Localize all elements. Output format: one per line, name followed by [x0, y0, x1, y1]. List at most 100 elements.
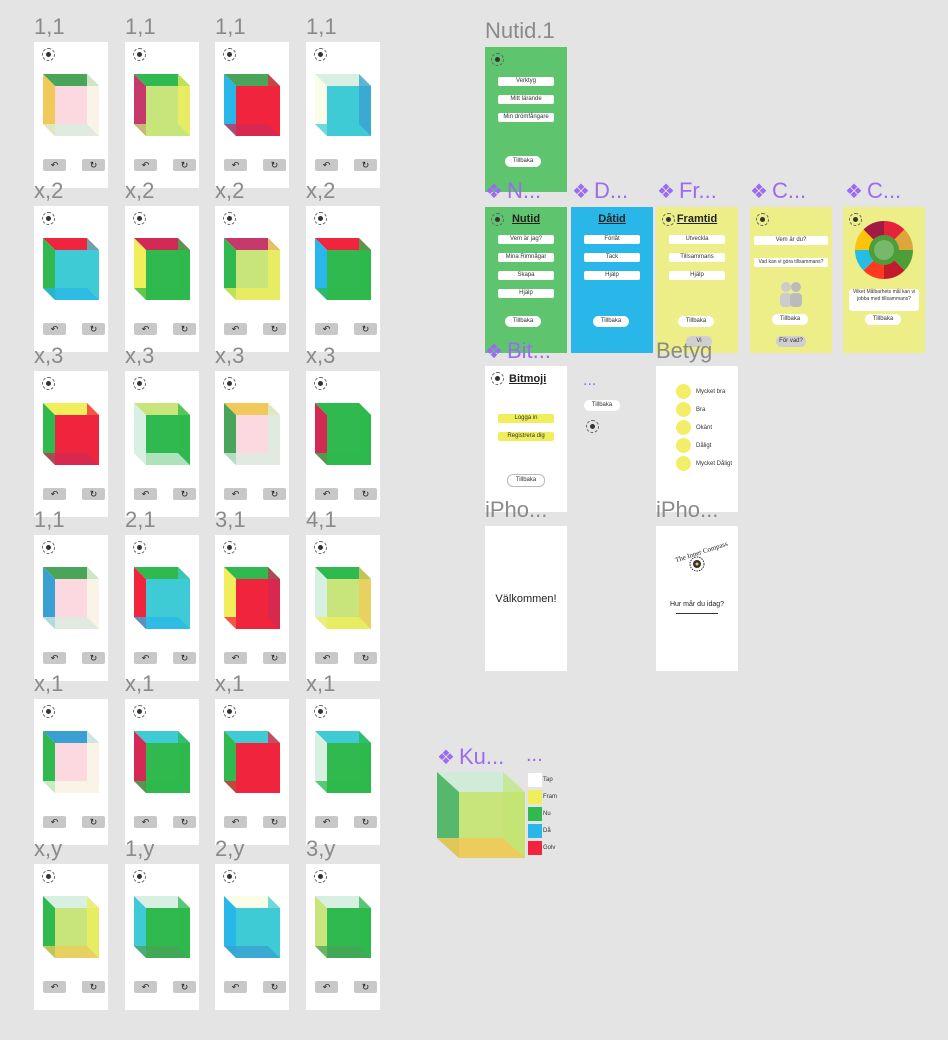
- frame-label[interactable]: 1,y: [125, 836, 154, 862]
- cube-frame[interactable]: ↶ ↻: [34, 206, 108, 352]
- component-label[interactable]: ❖ Ku...: [437, 744, 504, 770]
- frame-label[interactable]: x,3: [215, 343, 244, 369]
- back-button[interactable]: Tillbaka: [505, 316, 541, 327]
- frame-label-betyg[interactable]: Betyg: [656, 338, 712, 364]
- rotate-icon[interactable]: ↻: [263, 816, 286, 828]
- undo-icon[interactable]: ↶: [224, 488, 247, 500]
- menu-button[interactable]: Hjälp: [669, 271, 725, 280]
- cube-frame[interactable]: ↶ ↻: [125, 206, 199, 352]
- legend-label[interactable]: ...: [526, 744, 543, 767]
- undo-icon[interactable]: ↶: [134, 816, 157, 828]
- frame-nutid[interactable]: Nutid Vem är jag? Mina Rimnågar Skapa Hj…: [485, 207, 567, 353]
- rotate-icon[interactable]: ↻: [82, 323, 105, 335]
- undo-icon[interactable]: ↶: [224, 981, 247, 993]
- undo-icon[interactable]: ↶: [224, 652, 247, 664]
- cube-frame[interactable]: ↶ ↻: [306, 206, 380, 352]
- frame-label[interactable]: x,3: [306, 343, 335, 369]
- undo-icon[interactable]: ↶: [134, 652, 157, 664]
- rotate-icon[interactable]: ↻: [263, 488, 286, 500]
- frame-label[interactable]: 1,1: [34, 507, 65, 533]
- cube-frame[interactable]: ↶ ↻: [215, 206, 289, 352]
- component-label[interactable]: ...: [583, 372, 596, 390]
- component-label[interactable]: ❖ Fr...: [657, 178, 717, 204]
- register-button[interactable]: Registrera dig: [498, 432, 554, 441]
- rotate-icon[interactable]: ↻: [354, 488, 377, 500]
- frame-label[interactable]: 1,1: [125, 14, 156, 40]
- cube-frame[interactable]: ↶ ↻: [34, 535, 108, 681]
- rotate-icon[interactable]: ↻: [354, 323, 377, 335]
- frame-label[interactable]: 1,1: [34, 14, 65, 40]
- cube-frame[interactable]: ↶ ↻: [34, 371, 108, 517]
- rotate-icon[interactable]: ↻: [354, 652, 377, 664]
- frame-label[interactable]: x,1: [215, 671, 244, 697]
- frame-label[interactable]: x,2: [34, 178, 63, 204]
- rotate-icon[interactable]: ↻: [82, 488, 105, 500]
- back-button[interactable]: Tillbaka: [865, 314, 901, 325]
- menu-button[interactable]: Skapa: [498, 271, 554, 280]
- rotate-icon[interactable]: ↻: [263, 159, 286, 171]
- cube-frame[interactable]: ↶ ↻: [306, 864, 380, 1010]
- frame-bitmoji[interactable]: Bitmoji Logga in Registrera dig Tillbaka: [485, 366, 567, 512]
- cube-frame[interactable]: ↶ ↻: [306, 371, 380, 517]
- undo-icon[interactable]: ↶: [134, 159, 157, 171]
- rotate-icon[interactable]: ↻: [173, 816, 196, 828]
- menu-button[interactable]: Vad kan vi göra tillsammans?: [754, 258, 828, 267]
- undo-icon[interactable]: ↶: [224, 159, 247, 171]
- frame-label[interactable]: 3,y: [306, 836, 335, 862]
- cube-frame[interactable]: ↶ ↻: [125, 42, 199, 188]
- back-button[interactable]: Tillbaka: [678, 316, 714, 327]
- back-button[interactable]: Tillbaka: [584, 400, 620, 411]
- undo-icon[interactable]: ↶: [134, 981, 157, 993]
- undo-icon[interactable]: ↶: [224, 816, 247, 828]
- rating-dot[interactable]: [676, 456, 691, 471]
- undo-icon[interactable]: ↶: [134, 323, 157, 335]
- frame-label[interactable]: x,2: [125, 178, 154, 204]
- undo-icon[interactable]: ↶: [315, 488, 338, 500]
- frame-nutid1[interactable]: Verktyg Mitt lärande Min drömfångare Til…: [485, 47, 567, 192]
- rating-dot[interactable]: [676, 420, 691, 435]
- rating-dot[interactable]: [676, 384, 691, 399]
- cube-frame[interactable]: ↶ ↻: [215, 371, 289, 517]
- for-vad-button[interactable]: För vad?: [776, 336, 806, 347]
- frame-label[interactable]: x,3: [125, 343, 154, 369]
- frame-iphone-welcome[interactable]: Välkommen!: [485, 526, 567, 671]
- menu-button[interactable]: Tillsammans: [669, 253, 725, 262]
- back-button[interactable]: Tillbaka: [507, 474, 545, 487]
- frame-label[interactable]: 1,1: [306, 14, 337, 40]
- undo-icon[interactable]: ↶: [43, 159, 66, 171]
- undo-icon[interactable]: ↶: [315, 323, 338, 335]
- menu-button[interactable]: Hjälp: [498, 289, 554, 298]
- frame-datid[interactable]: Dåtid Förlåt Tack Hjälp Tillbaka: [571, 207, 653, 353]
- frame-label[interactable]: x,2: [215, 178, 244, 204]
- menu-button[interactable]: Tack: [584, 253, 640, 262]
- rotate-icon[interactable]: ↻: [82, 652, 105, 664]
- component-label[interactable]: ❖ C...: [845, 178, 901, 204]
- cube-frame[interactable]: ↶ ↻: [34, 42, 108, 188]
- frame-betyg[interactable]: Mycket bra Bra Okänt Dåligt Mycket Dålig…: [656, 366, 738, 512]
- rotate-icon[interactable]: ↻: [173, 652, 196, 664]
- menu-button[interactable]: Förlåt: [584, 235, 640, 244]
- cube-component[interactable]: [437, 772, 525, 858]
- menu-button[interactable]: Vem är jag?: [498, 235, 554, 244]
- rotate-icon[interactable]: ↻: [173, 159, 196, 171]
- frame-label[interactable]: x,3: [34, 343, 63, 369]
- rotate-icon[interactable]: ↻: [82, 816, 105, 828]
- frame-label[interactable]: 4,1: [306, 507, 337, 533]
- rotate-icon[interactable]: ↻: [263, 652, 286, 664]
- back-button[interactable]: Tillbaka: [505, 156, 541, 167]
- rating-dot[interactable]: [676, 438, 691, 453]
- menu-button[interactable]: Vem är du?: [754, 236, 828, 245]
- cube-frame[interactable]: ↶ ↻: [125, 864, 199, 1010]
- cube-frame[interactable]: ↶ ↻: [125, 699, 199, 845]
- frame-label[interactable]: x,1: [306, 671, 335, 697]
- rotate-icon[interactable]: ↻: [82, 159, 105, 171]
- cube-frame[interactable]: ↶ ↻: [306, 699, 380, 845]
- menu-button[interactable]: Hjälp: [584, 271, 640, 280]
- undo-icon[interactable]: ↶: [315, 981, 338, 993]
- frame-label[interactable]: x,2: [306, 178, 335, 204]
- frame-c2[interactable]: Vilket Målbarhets mål kan vi jobba med t…: [843, 207, 925, 353]
- rotate-icon[interactable]: ↻: [354, 159, 377, 171]
- frame-label[interactable]: 2,1: [125, 507, 156, 533]
- cube-frame[interactable]: ↶ ↻: [215, 535, 289, 681]
- cube-frame[interactable]: ↶ ↻: [215, 864, 289, 1010]
